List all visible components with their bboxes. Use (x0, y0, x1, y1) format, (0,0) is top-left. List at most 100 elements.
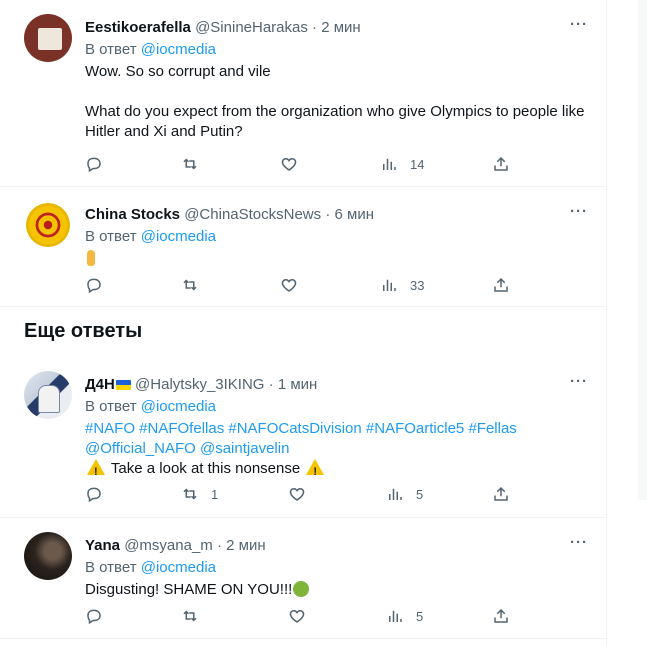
tweet-text-line: Wow. So so corrupt and vile (85, 63, 271, 80)
more-icon[interactable]: ··· (570, 16, 588, 33)
views-button[interactable]: 5 (386, 484, 423, 504)
separator: · (216, 537, 222, 554)
tweet-header: Yana @msyana_m · 2 мин (85, 537, 586, 557)
reply-context: В ответ @iocmedia (85, 41, 216, 58)
like-button[interactable] (288, 606, 306, 626)
tweet-actions: 1 5 (85, 484, 515, 504)
tweet-text: #NAFO #NAFOfellas #NAFOCatsDivision #NAF… (85, 419, 590, 482)
display-name[interactable]: Yana (85, 537, 120, 554)
pointing-finger-emoji-icon (87, 250, 95, 266)
retweet-icon (183, 488, 197, 500)
display-name[interactable]: Eestikoerafella (85, 19, 191, 36)
share-button[interactable] (492, 275, 510, 295)
timestamp[interactable]: 6 мин (335, 206, 375, 223)
separator: · (325, 206, 331, 223)
tweet[interactable]: Eestikoerafella @SinineHarakas · 2 мин ·… (0, 0, 606, 187)
timestamp[interactable]: 1 мин (278, 376, 318, 393)
analytics-icon (383, 279, 396, 291)
tweet-text-line: Disgusting! SHAME ON YOU!!! (85, 581, 293, 598)
user-handle[interactable]: @msyana_m (124, 537, 213, 554)
display-name[interactable]: Д4Н (85, 376, 115, 393)
avatar[interactable] (24, 14, 72, 62)
heart-icon (281, 157, 297, 171)
tweet-actions: 5 (85, 606, 515, 626)
heart-icon (289, 609, 305, 623)
reply-prefix: В ответ (85, 41, 137, 58)
reply-icon (87, 609, 101, 625)
tweet-actions: 33 (85, 275, 515, 295)
avatar[interactable] (24, 371, 72, 419)
retweet-button[interactable]: 1 (181, 484, 218, 504)
timestamp[interactable]: 2 мин (321, 19, 361, 36)
reply-prefix: В ответ (85, 398, 137, 415)
tweet-header: China Stocks @ChinaStocksNews · 6 мин (85, 206, 586, 226)
separator: · (312, 19, 318, 36)
right-sidebar-edge (638, 0, 647, 500)
reply-context: В ответ @iocmedia (85, 398, 216, 415)
views-count: 33 (410, 277, 425, 293)
like-button[interactable] (288, 484, 306, 504)
tweet-text (85, 249, 590, 269)
reply-mention-link[interactable]: @iocmedia (141, 559, 216, 576)
tweet[interactable]: Yana @msyana_m · 2 мин ··· В ответ @iocm… (0, 518, 606, 639)
analytics-icon (383, 158, 396, 170)
tweet-header: Д4Н @Halytsky_3IKING · 1 мин (85, 376, 586, 396)
retweet-count: 1 (211, 486, 219, 502)
retweet-icon (183, 610, 197, 622)
separator: · (268, 376, 274, 393)
display-name[interactable]: China Stocks (85, 206, 180, 223)
reply-button[interactable] (85, 484, 103, 504)
reply-icon (87, 487, 101, 503)
reply-context: В ответ @iocmedia (85, 228, 216, 245)
warning-emoji-icon (306, 459, 325, 482)
more-icon[interactable]: ··· (570, 534, 588, 551)
views-count: 5 (416, 486, 424, 502)
avatar[interactable] (24, 201, 72, 249)
user-handle[interactable]: @Halytsky_3IKING (135, 376, 264, 393)
share-icon (494, 486, 508, 501)
reply-button[interactable] (85, 154, 103, 174)
ukraine-flag-icon (115, 380, 131, 390)
reply-mention-link[interactable]: @iocmedia (141, 228, 216, 245)
views-count: 5 (416, 608, 424, 624)
retweet-icon (183, 158, 197, 170)
timestamp[interactable]: 2 мин (226, 537, 266, 554)
reply-button[interactable] (85, 606, 103, 626)
retweet-button[interactable] (181, 275, 199, 295)
tweet-text: Wow. So so corrupt and vile What do you … (85, 62, 590, 142)
like-button[interactable] (280, 154, 298, 174)
share-icon (494, 277, 508, 292)
views-button[interactable]: 33 (380, 275, 424, 295)
reply-button[interactable] (85, 275, 103, 295)
retweet-button[interactable] (181, 606, 199, 626)
heart-icon (289, 487, 305, 501)
retweet-button[interactable] (181, 154, 199, 174)
analytics-icon (389, 610, 402, 622)
tweet-text: Disgusting! SHAME ON YOU!!! (85, 580, 590, 600)
tweet[interactable]: Д4Н @Halytsky_3IKING · 1 мин ··· В ответ… (0, 357, 606, 518)
heart-icon (281, 278, 297, 292)
more-icon[interactable]: ··· (570, 373, 588, 390)
mention-link[interactable]: @saintjavelin (200, 440, 289, 457)
share-icon (494, 608, 508, 623)
user-handle[interactable]: @SinineHarakas (195, 19, 308, 36)
reply-prefix: В ответ (85, 228, 137, 245)
timeline-column: Eestikoerafella @SinineHarakas · 2 мин ·… (0, 0, 607, 646)
share-button[interactable] (492, 484, 510, 504)
reply-mention-link[interactable]: @iocmedia (141, 41, 216, 58)
mention-link[interactable]: @Official_NAFO (85, 440, 196, 457)
like-button[interactable] (280, 275, 298, 295)
section-title: Еще ответы (24, 320, 143, 342)
hashtags[interactable]: #NAFO #NAFOfellas #NAFOCatsDivision #NAF… (85, 419, 590, 439)
views-button[interactable]: 5 (386, 606, 423, 626)
share-button[interactable] (492, 606, 510, 626)
user-handle[interactable]: @ChinaStocksNews (184, 206, 321, 223)
avatar[interactable] (24, 532, 72, 580)
views-button[interactable]: 14 (380, 154, 424, 174)
share-button[interactable] (492, 154, 510, 174)
reply-mention-link[interactable]: @iocmedia (141, 398, 216, 415)
tweet-actions: 14 (85, 154, 515, 174)
tweet-text-line: Take a look at this nonsense (110, 460, 301, 477)
more-icon[interactable]: ··· (570, 203, 588, 220)
tweet[interactable]: China Stocks @ChinaStocksNews · 6 мин ··… (0, 187, 606, 307)
